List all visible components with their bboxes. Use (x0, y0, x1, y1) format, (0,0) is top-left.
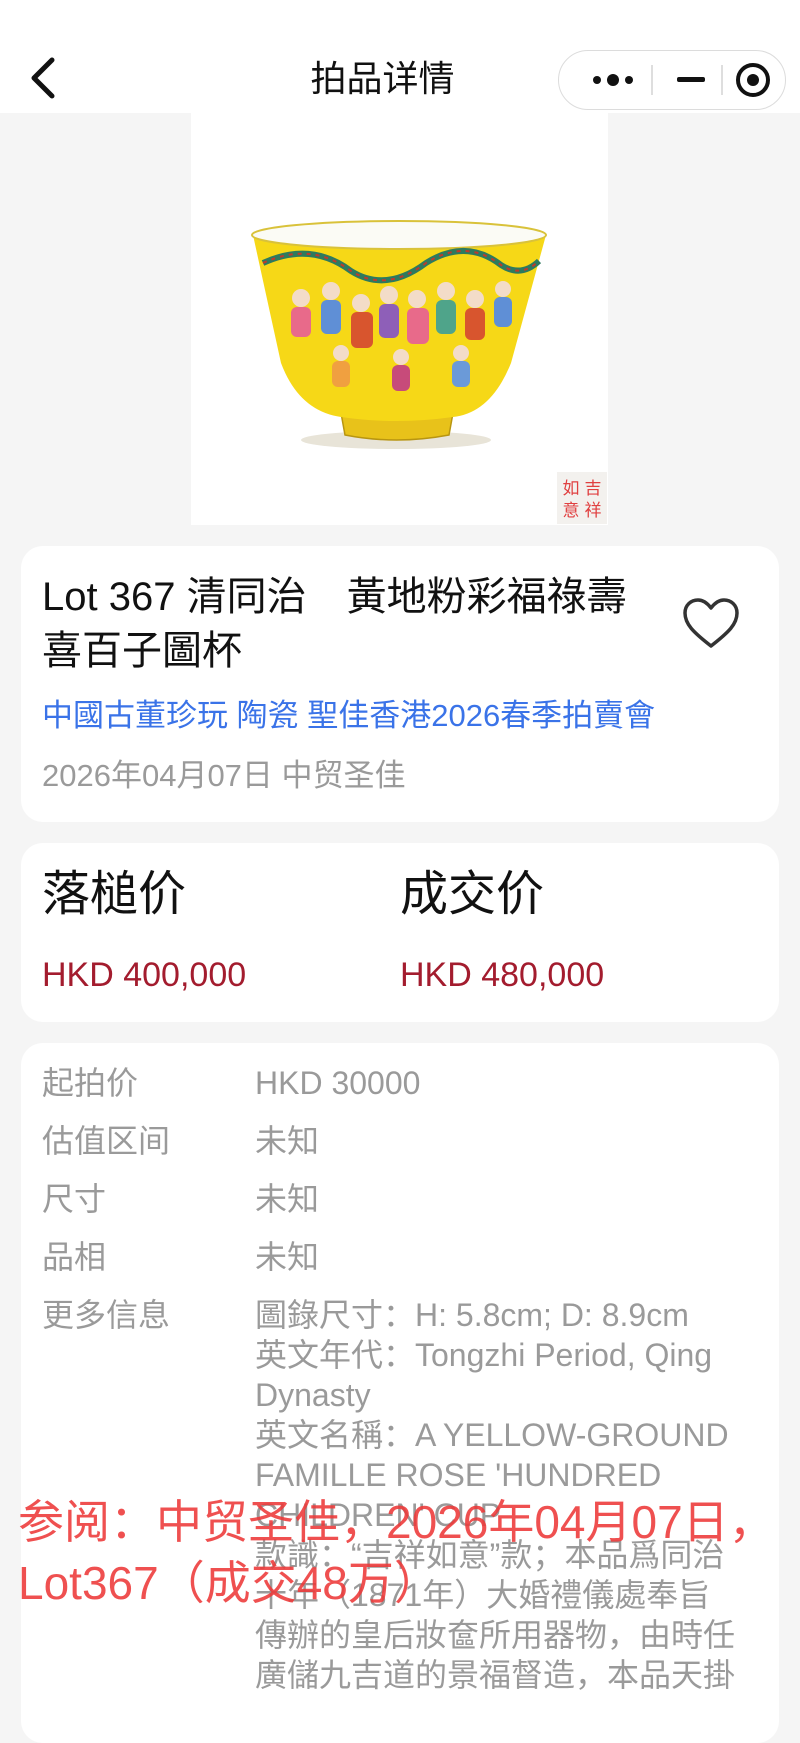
page-title: 拍品详情 (310, 58, 455, 99)
capsule-divider (651, 65, 653, 95)
detail-value: 未知 (255, 1123, 320, 1159)
seal-icon: 吉 祥 如 意 (563, 479, 602, 521)
mini-program-capsule (558, 50, 786, 110)
hammer-price-label: 落槌价 (42, 868, 187, 921)
detail-label: 更多信息 (42, 1297, 171, 1333)
close-button[interactable] (724, 51, 782, 109)
more-info-text: 圖錄尺寸：H: 5.8cm; D: 8.9cm 英文年代：Tongzhi Per… (255, 1295, 755, 1695)
more-info-line: 英文名稱：A YELLOW-GROUND (255, 1417, 729, 1453)
lot-title: Lot 367 清同治 黃地粉彩福祿壽喜百子圖杯 (42, 575, 627, 673)
more-info-line: 廣儲九吉道的景福督造，本品天掛 (255, 1657, 736, 1693)
detail-label: 估值区间 (42, 1123, 171, 1159)
lot-image[interactable] (191, 113, 608, 525)
more-info-line: CHILDREN' CUP (255, 1497, 502, 1533)
svg-text:祥: 祥 (585, 501, 602, 521)
more-info-line: 圖錄尺寸：H: 5.8cm; D: 8.9cm (255, 1297, 689, 1333)
detail-label: 品相 (42, 1239, 107, 1275)
detail-value: HKD 30000 (255, 1065, 421, 1101)
heart-outline-icon (683, 598, 739, 648)
price-card: 落槌价 HKD 400,000 成交价 HKD 480,000 (21, 843, 779, 1022)
more-button[interactable] (583, 51, 645, 109)
more-info-line: FAMILLE ROSE 'HUNDRED (255, 1457, 662, 1493)
navigation-bar: 拍品详情 (0, 0, 800, 113)
more-info-line: 傳辦的皇后妝奩所用器物，由時任 (255, 1617, 736, 1653)
deal-price-block: 成交价 HKD 480,000 (400, 863, 604, 997)
hammer-price-block: 落槌价 HKD 400,000 (42, 863, 246, 997)
detail-value: 未知 (255, 1239, 320, 1275)
deal-price-label: 成交价 (400, 868, 545, 921)
svg-text:吉: 吉 (585, 479, 602, 499)
category-link[interactable]: 中國古董珍玩 陶瓷 聖佳香港2026春季拍賣會 (42, 694, 655, 738)
detail-value: 未知 (255, 1181, 320, 1217)
capsule-divider (721, 65, 723, 95)
more-info-line: 款識：“吉祥如意”款；本品爲同治 (255, 1537, 725, 1573)
minus-icon (677, 77, 705, 82)
seal-watermark: 吉 祥 如 意 (557, 472, 607, 524)
minimize-button[interactable] (661, 51, 721, 109)
hammer-price-value: HKD 400,000 (42, 956, 247, 994)
favorite-button[interactable] (681, 596, 741, 652)
detail-label: 尺寸 (42, 1181, 107, 1217)
auction-date-house: 2026年04月07日 中贸圣佳 (42, 758, 406, 793)
deal-price-value: HKD 480,000 (400, 956, 605, 994)
lot-info-card: Lot 367 清同治 黃地粉彩福祿壽喜百子圖杯 中國古董珍玩 陶瓷 聖佳香港2… (21, 546, 779, 822)
svg-text:如: 如 (563, 479, 580, 499)
more-info-line: Dynasty (255, 1377, 371, 1413)
details-card: 起拍价 HKD 30000 估值区间 未知 尺寸 未知 品相 未知 更多信息 圖… (21, 1043, 779, 1743)
chevron-left-icon (31, 57, 55, 99)
cup-image (251, 220, 547, 449)
target-icon (736, 63, 770, 97)
detail-label: 起拍价 (42, 1065, 139, 1101)
more-info-line: 英文年代：Tongzhi Period, Qing (255, 1337, 713, 1373)
more-dots-icon (593, 74, 633, 86)
svg-text:意: 意 (563, 501, 580, 521)
more-info-line: 十年（1871年）大婚禮儀處奉旨 (255, 1577, 711, 1613)
back-button[interactable] (22, 50, 70, 106)
